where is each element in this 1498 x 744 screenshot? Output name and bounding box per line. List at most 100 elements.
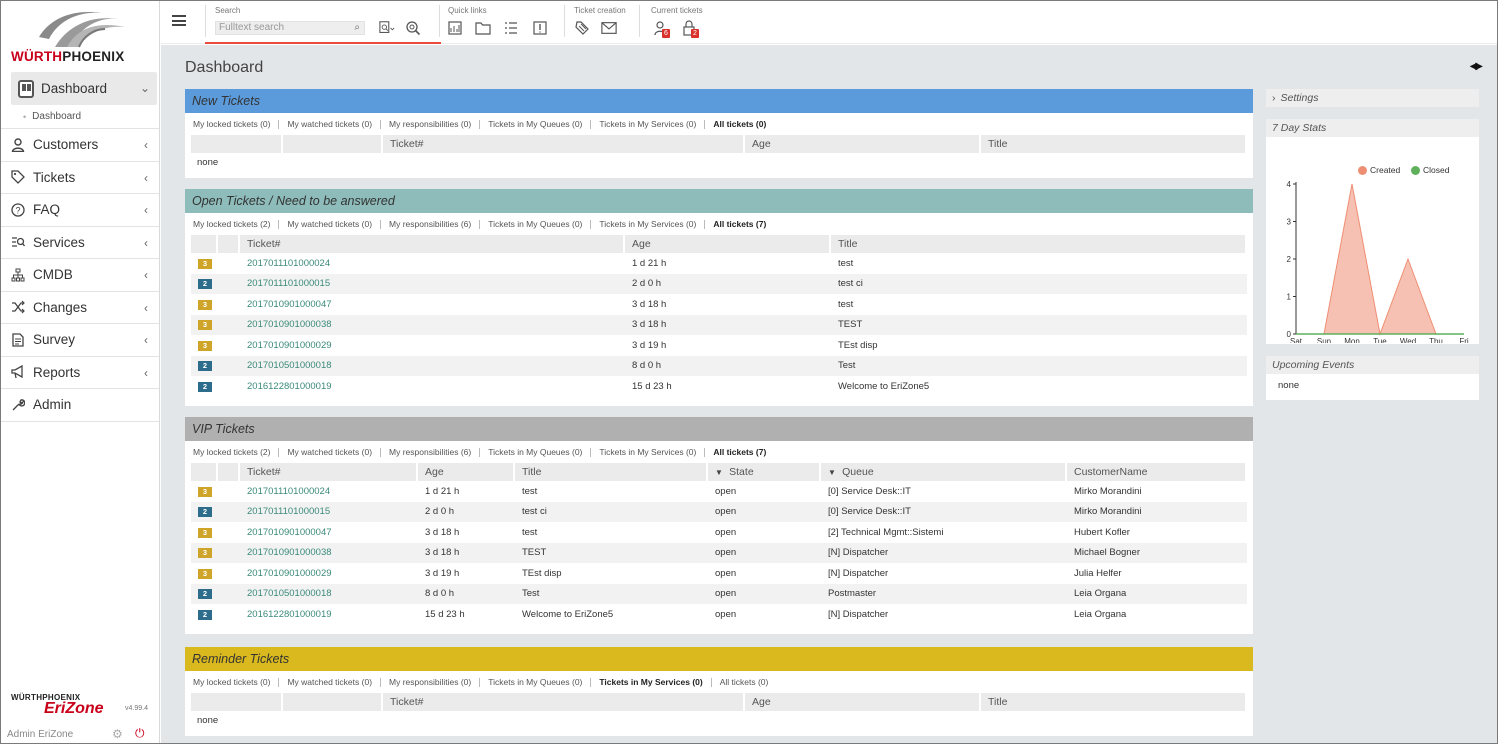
legend-closed[interactable]: Closed <box>1411 165 1449 175</box>
sidebar-item-dashboard[interactable]: Dashboard ⌄ <box>11 72 157 105</box>
sidebar-item-reports[interactable]: Reports ‹ <box>1 357 159 389</box>
ticket-number-link[interactable]: 2017010901000029 <box>247 568 332 579</box>
column-header[interactable] <box>218 463 240 481</box>
filter-tab[interactable]: Tickets in My Services (0) <box>590 677 710 687</box>
table-row[interactable]: 2 2017011101000015 2 d 0 h test ci <box>191 273 1247 294</box>
phone-ticket-icon[interactable] <box>574 20 590 36</box>
ticket-number-link[interactable]: 2017011101000024 <box>247 486 330 497</box>
sidebar-subitem-dashboard[interactable]: Dashboard <box>1 105 159 129</box>
ticket-number-link[interactable]: 2016122801000019 <box>247 381 332 392</box>
filter-tab[interactable]: All tickets (7) <box>704 447 774 457</box>
filter-tab[interactable]: My locked tickets (0) <box>193 119 278 129</box>
column-header[interactable]: Ticket# <box>383 135 745 153</box>
filter-tab[interactable]: My watched tickets (0) <box>278 219 380 229</box>
legend-created[interactable]: Created <box>1358 165 1400 175</box>
ticket-number-link[interactable]: 2017010901000038 <box>247 547 332 558</box>
ticket-number-link[interactable]: 2017010901000029 <box>247 340 332 351</box>
table-row[interactable]: 2 2017011101000015 2 d 0 h test ci open [0] S… <box>191 501 1247 522</box>
email-ticket-icon[interactable] <box>601 20 617 36</box>
column-header[interactable]: Title <box>831 235 1247 253</box>
filter-icon[interactable]: ▼ <box>828 468 838 477</box>
column-header[interactable]: Age <box>625 235 831 253</box>
widget-title[interactable]: VIP Tickets <box>185 417 1253 441</box>
table-row[interactable]: 3 2017010901000047 3 d 18 h test <box>191 294 1247 315</box>
column-header[interactable]: ▼ Queue <box>821 463 1067 481</box>
table-row[interactable]: 3 2017010901000029 3 d 19 h TEst disp open [N… <box>191 563 1247 584</box>
filter-icon[interactable]: ▼ <box>715 468 725 477</box>
filter-tab[interactable]: My locked tickets (0) <box>193 677 278 687</box>
column-header[interactable]: Age <box>745 693 981 711</box>
widget-title[interactable]: Open Tickets / Need to be answered <box>185 189 1253 213</box>
column-header[interactable]: Title <box>981 693 1247 711</box>
filter-tab[interactable]: Tickets in My Queues (0) <box>479 447 590 457</box>
filter-tab[interactable]: All tickets (0) <box>710 677 777 687</box>
filter-tab[interactable]: Tickets in My Queues (0) <box>479 219 590 229</box>
table-row[interactable]: 3 2017010901000038 3 d 18 h TEST <box>191 314 1247 335</box>
sidebar-item-admin[interactable]: Admin <box>1 389 159 422</box>
filter-tab[interactable]: My watched tickets (0) <box>278 677 380 687</box>
search-options-icon[interactable] <box>379 20 395 36</box>
filter-tab[interactable]: My responsibilities (0) <box>380 677 479 687</box>
fulltext-search-input[interactable]: Fulltext search ⌕ <box>215 21 365 35</box>
ticket-number-link[interactable]: 2017010901000047 <box>247 527 332 538</box>
column-header[interactable] <box>191 135 283 153</box>
ticket-number-link[interactable]: 2017010501000018 <box>247 360 332 371</box>
ticket-number-link[interactable]: 2017010901000038 <box>247 319 332 330</box>
table-row[interactable]: 3 2017010901000038 3 d 18 h TEST open [N] Dis… <box>191 542 1247 563</box>
table-row[interactable]: 3 2017011101000024 1 d 21 h test open [0] Ser… <box>191 481 1247 502</box>
filter-tab[interactable]: My responsibilities (6) <box>380 447 479 457</box>
settings-header[interactable]: › Settings <box>1266 89 1479 107</box>
sidebar-item-cmdb[interactable]: CMDB ‹ <box>1 259 159 292</box>
watched-tickets-icon[interactable]: 2 <box>681 20 699 38</box>
ticket-number-link[interactable]: 2016122801000019 <box>247 609 332 620</box>
table-row[interactable]: 3 2017011101000024 1 d 21 h test <box>191 253 1247 274</box>
ticket-number-link[interactable]: 2017010501000018 <box>247 588 332 599</box>
filter-tab[interactable]: Tickets in My Services (0) <box>590 119 704 129</box>
column-header[interactable] <box>191 463 218 481</box>
sidebar-item-tickets[interactable]: Tickets ‹ <box>1 162 159 194</box>
list-icon[interactable] <box>503 20 519 36</box>
search-icon[interactable]: ⌕ <box>354 22 360 34</box>
column-header[interactable]: CustomerName <box>1067 463 1247 481</box>
alert-icon[interactable] <box>532 20 548 36</box>
filter-tab[interactable]: My locked tickets (2) <box>193 219 278 229</box>
advanced-search-icon[interactable] <box>405 20 421 36</box>
widget-title[interactable]: Reminder Tickets <box>185 647 1253 671</box>
sidebar-item-faq[interactable]: ? FAQ ‹ <box>1 194 159 227</box>
settings-panel[interactable]: › Settings <box>1266 89 1479 107</box>
filter-tab[interactable]: Tickets in My Queues (0) <box>479 119 590 129</box>
power-icon[interactable]: ⏻ <box>135 726 145 741</box>
locked-tickets-icon[interactable]: 6 <box>652 20 670 38</box>
column-header[interactable]: Title <box>515 463 708 481</box>
filter-tab[interactable]: Tickets in My Services (0) <box>590 447 704 457</box>
filter-tab[interactable]: My watched tickets (0) <box>278 447 380 457</box>
filter-tab[interactable]: My responsibilities (0) <box>380 119 479 129</box>
filter-tab[interactable]: My watched tickets (0) <box>278 119 380 129</box>
ticket-number-link[interactable]: 2017010901000047 <box>247 299 332 310</box>
table-row[interactable]: 2 2016122801000019 15 d 23 h Welcome to Eri… <box>191 604 1247 625</box>
table-row[interactable]: 3 2017010901000047 3 d 18 h test open [2] Tec… <box>191 522 1247 543</box>
column-header[interactable]: Ticket# <box>240 463 418 481</box>
column-header[interactable] <box>191 235 218 253</box>
column-header[interactable] <box>283 135 383 153</box>
column-header[interactable] <box>283 693 383 711</box>
filter-tab[interactable]: My locked tickets (2) <box>193 447 278 457</box>
filter-tab[interactable]: All tickets (7) <box>704 219 774 229</box>
table-row[interactable]: 2 2016122801000019 15 d 23 h Welcome to Eri… <box>191 376 1247 397</box>
column-header[interactable]: Ticket# <box>383 693 745 711</box>
sidebar-item-survey[interactable]: Survey ‹ <box>1 324 159 357</box>
column-header[interactable]: Title <box>981 135 1247 153</box>
filter-tab[interactable]: All tickets (0) <box>704 119 774 129</box>
column-header[interactable]: Ticket# <box>240 235 625 253</box>
ticket-number-link[interactable]: 2017011101000024 <box>247 258 330 269</box>
stats-title[interactable]: 7 Day Stats <box>1266 119 1479 137</box>
sidebar-item-customers[interactable]: Customers ‹ <box>1 129 159 162</box>
ticket-number-link[interactable]: 2017011101000015 <box>247 278 330 289</box>
sidebar-item-changes[interactable]: Changes ‹ <box>1 292 159 324</box>
table-row[interactable]: 2 2017010501000018 8 d 0 h Test open Postmast… <box>191 583 1247 604</box>
column-header[interactable]: Age <box>418 463 515 481</box>
filter-tab[interactable]: Tickets in My Services (0) <box>590 219 704 229</box>
column-header[interactable] <box>218 235 240 253</box>
hamburger-menu-icon[interactable] <box>172 15 186 26</box>
sidebar-item-services[interactable]: Services ‹ <box>1 227 159 259</box>
